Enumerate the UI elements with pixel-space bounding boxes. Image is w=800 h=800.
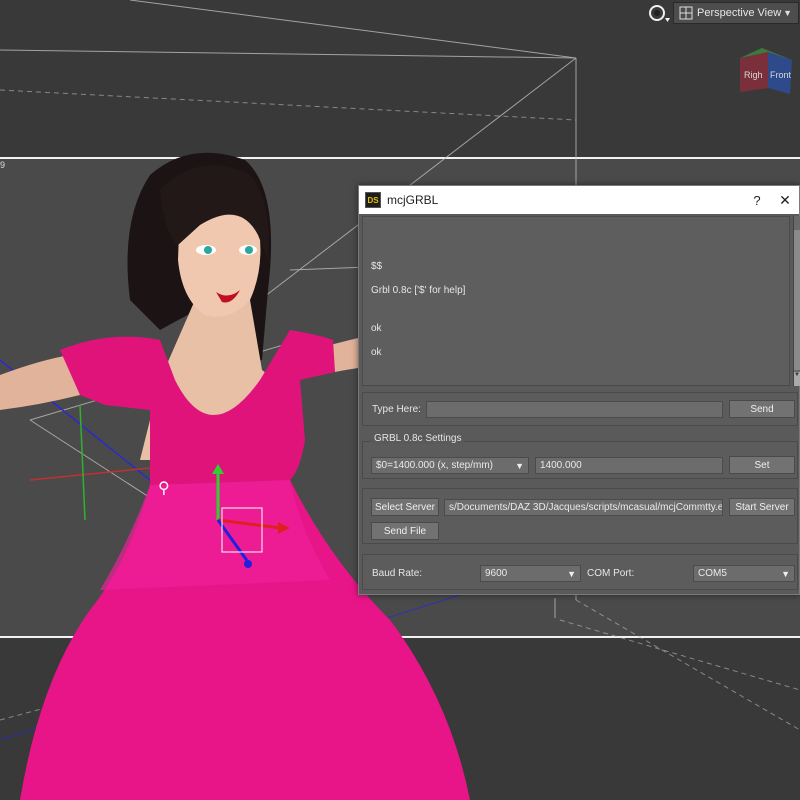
view-cube-icon[interactable]: Righ Front bbox=[732, 40, 798, 100]
setting-value-input[interactable]: 1400.000 bbox=[535, 457, 723, 474]
server-section: Select Server s/Documents/DAZ 3D/Jacques… bbox=[362, 488, 798, 544]
setting-select-value: $0=1400.000 (x, step/mm) bbox=[376, 460, 494, 471]
type-here-label: Type Here: bbox=[372, 404, 421, 415]
com-port-select[interactable]: COM5 ▼ bbox=[693, 565, 795, 582]
console-line: Grbl 0.8c ['$' for help] bbox=[371, 285, 466, 296]
console-line: ok bbox=[371, 347, 382, 358]
baud-rate-select[interactable]: 9600 ▼ bbox=[480, 565, 581, 582]
server-path-input[interactable]: s/Documents/DAZ 3D/Jacques/scripts/mcasu… bbox=[444, 499, 723, 516]
chevron-down-icon: ▼ bbox=[515, 460, 524, 471]
connection-section: Baud Rate: 9600 ▼ COM Port: COM5 ▼ bbox=[362, 554, 798, 590]
scroll-down-icon[interactable]: ▼ bbox=[794, 372, 800, 386]
console-output[interactable]: ‾ $$ Grbl 0.8c ['$' for help] ok ok bbox=[362, 216, 790, 386]
view-select-label: Perspective View bbox=[697, 7, 782, 19]
cube-front-label: Front bbox=[770, 70, 792, 80]
com-port-value: COM5 bbox=[698, 568, 727, 579]
frame-number: 9 bbox=[0, 160, 6, 170]
console-line: $$ bbox=[371, 261, 383, 272]
console-scrollbar[interactable]: ▼ bbox=[793, 216, 800, 386]
grbl-settings-section: GRBL 0.8c Settings $0=1400.000 (x, step/… bbox=[362, 433, 798, 479]
view-select-dropdown[interactable]: Perspective View ▼ bbox=[673, 2, 799, 24]
dialog-title: mcjGRBL bbox=[387, 193, 439, 207]
pin-icon[interactable]: ⚲ bbox=[158, 478, 170, 498]
select-server-button[interactable]: Select Server bbox=[371, 498, 439, 516]
cube-side-label: Righ bbox=[744, 70, 763, 80]
mcjgrbl-dialog: DS mcjGRBL ? ✕ ‾ $$ Grbl 0.8c ['$' for h… bbox=[358, 185, 800, 595]
baud-rate-value: 9600 bbox=[485, 568, 508, 579]
daz-studio-icon: DS bbox=[365, 192, 381, 208]
settings-title: GRBL 0.8c Settings bbox=[371, 433, 465, 444]
command-input[interactable] bbox=[426, 401, 723, 418]
send-button[interactable]: Send bbox=[729, 400, 795, 418]
chevron-down-icon: ▼ bbox=[781, 568, 790, 579]
chevron-down-icon: ▼ bbox=[783, 8, 792, 18]
grid-view-icon bbox=[679, 6, 693, 20]
console-line: ok bbox=[371, 323, 382, 334]
command-section: Type Here: Send bbox=[362, 392, 798, 426]
scrollbar-thumb[interactable] bbox=[794, 230, 800, 370]
start-server-button[interactable]: Start Server bbox=[729, 498, 795, 516]
com-port-label: COM Port: bbox=[587, 568, 635, 579]
close-button[interactable]: ✕ bbox=[771, 192, 799, 209]
chevron-down-icon: ▼ bbox=[567, 568, 576, 579]
baud-rate-label: Baud Rate: bbox=[372, 568, 423, 579]
send-file-button[interactable]: Send File bbox=[371, 522, 439, 540]
help-button[interactable]: ? bbox=[743, 193, 771, 208]
set-button[interactable]: Set bbox=[729, 456, 795, 474]
setting-select[interactable]: $0=1400.000 (x, step/mm) ▼ bbox=[371, 457, 529, 474]
dialog-titlebar[interactable]: DS mcjGRBL ? ✕ bbox=[359, 186, 799, 214]
console-fragment: ‾ bbox=[371, 216, 375, 222]
camera-icon[interactable] bbox=[646, 2, 672, 24]
